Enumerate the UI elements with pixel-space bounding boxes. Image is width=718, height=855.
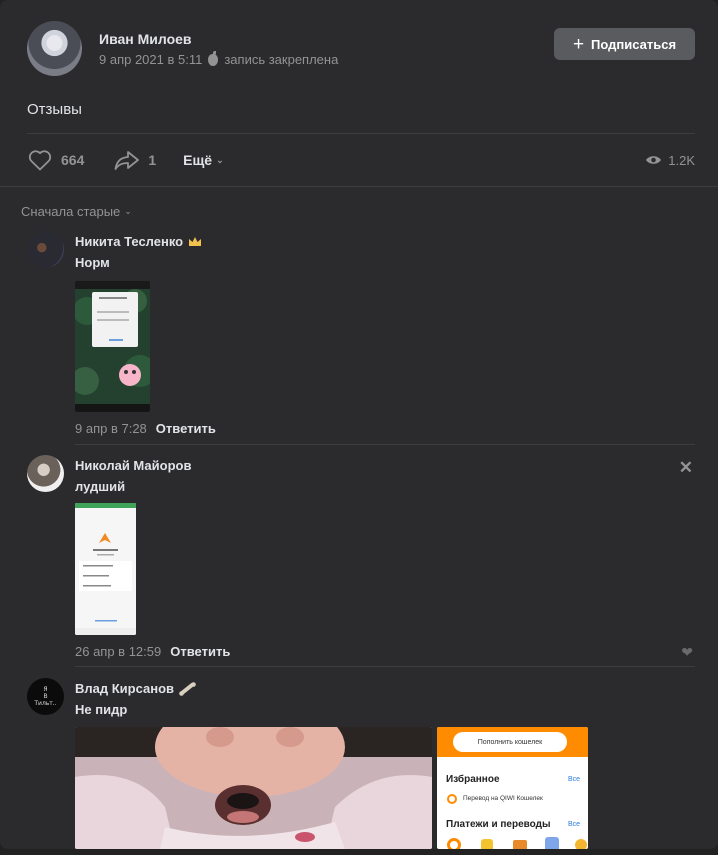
qiwi-all-link[interactable]: Все [568,821,580,828]
qiwi-all-link[interactable]: Все [568,776,580,783]
comment: Я В Тильт.. Влад Кирсанов Не пидр Пополн… [27,678,695,849]
comment-date[interactable]: 9 апр в 7:28 [75,421,147,436]
share-icon [114,151,140,170]
commenter-name-text: Влад Кирсанов [75,681,175,696]
svg-text:Я: Я [43,686,47,693]
screenshot-phone-dark [75,281,150,412]
comment-attachment-image[interactable] [75,503,136,635]
page: Иван Милоев 9 апр 2021 в 5:11 запись зак… [0,0,718,855]
comment: Никита Тесленко Норм 9 апр в 7:28 Ответи… [27,231,695,446]
post-card: Иван Милоев 9 апр 2021 в 5:11 запись зак… [0,0,718,849]
commenter-name[interactable]: Влад Кирсанов [75,681,197,696]
author-avatar[interactable] [27,21,82,76]
commenter-avatar[interactable] [27,231,64,268]
comment-footer: 9 апр в 7:28 Ответить [75,421,216,436]
views-count: 1.2K [668,152,695,168]
heart-icon[interactable]: ❤ [681,644,693,661]
subscribe-label: Подписаться [591,36,677,52]
comment-footer: 26 апр в 12:59 Ответить [75,644,230,659]
photo-baby [75,727,432,849]
post-header: Иван Милоев 9 апр 2021 в 5:11 запись зак… [27,21,695,79]
heart-icon [28,150,52,171]
like-count: 664 [61,152,85,168]
svg-text:Тильт..: Тильт.. [33,700,56,707]
reply-button[interactable]: Ответить [170,644,230,659]
chevron-down-icon: ⌄ [216,154,224,165]
qiwi-favorites: Избранное [446,774,500,785]
commenter-name[interactable]: Никита Тесленко [75,234,202,249]
pinned-label: запись закреплена [224,52,339,67]
post-meta: 9 апр 2021 в 5:11 запись закреплена [99,50,339,67]
divider [0,186,718,187]
qiwi-icon [513,840,527,849]
post-date[interactable]: 9 апр 2021 в 5:11 [99,52,202,67]
chevron-down-icon: ⌄ [124,206,132,216]
post-text: Отзывы [27,101,82,118]
like-button[interactable]: 664 [27,149,84,171]
screenshot-phone-light [75,503,136,635]
close-icon[interactable]: ✕ [679,458,693,478]
share-button[interactable]: 1 [114,150,156,170]
sort-label: Сначала старые [21,204,121,219]
comment-attachment-image[interactable] [75,727,432,849]
comment-text: лудший [75,479,126,494]
comment: Николай Майоров ✕ лудший 26 апр в 12:59 … [27,455,695,670]
qiwi-transfer[interactable]: Перевод на QIWI Кошелек [463,795,543,802]
commenter-avatar[interactable] [27,455,64,492]
commenter-avatar[interactable]: Я В Тильт.. [27,678,64,715]
sort-dropdown[interactable]: Сначала старые ⌄ [21,204,132,219]
qiwi-icon [481,839,493,849]
comment-text: Не пидр [75,702,128,717]
eye-icon [646,156,662,164]
commenter-name-text: Никита Тесленко [75,234,184,249]
comment-date[interactable]: 26 апр в 12:59 [75,644,161,659]
comment-attachment-image[interactable]: Пополнить кошелек Избранное Все Перевод … [437,727,588,849]
comment-text: Норм [75,255,110,270]
divider [27,133,695,134]
reply-button[interactable]: Ответить [156,421,216,436]
qiwi-payments: Платежи и переводы [446,819,551,830]
share-count: 1 [148,152,157,168]
more-label: Ещё [183,152,213,168]
svg-text:В: В [43,693,47,700]
qiwi-topup-button[interactable]: Пополнить кошелек [453,732,567,752]
crown-icon [189,236,202,246]
divider [75,666,695,667]
subscribe-button[interactable]: + Подписаться [554,28,695,60]
qiwi-icon [545,837,559,849]
divider [75,444,695,445]
bone-icon [179,681,196,696]
commenter-name[interactable]: Николай Майоров [75,458,191,473]
comment-attachment-image[interactable] [75,281,150,412]
more-button[interactable]: Ещё ⌄ [183,152,223,168]
qiwi-icon [447,794,457,804]
qiwi-icon [447,838,461,849]
views: 1.2K [645,153,695,168]
post-actions: 664 1 Ещё ⌄ 1.2K [27,145,695,175]
qiwi-icon [575,839,587,849]
plus-icon: + [572,33,585,55]
avatar-text-logo: Я В Тильт.. [33,686,56,707]
apple-icon [208,50,219,66]
author-name[interactable]: Иван Милоев [99,31,192,47]
